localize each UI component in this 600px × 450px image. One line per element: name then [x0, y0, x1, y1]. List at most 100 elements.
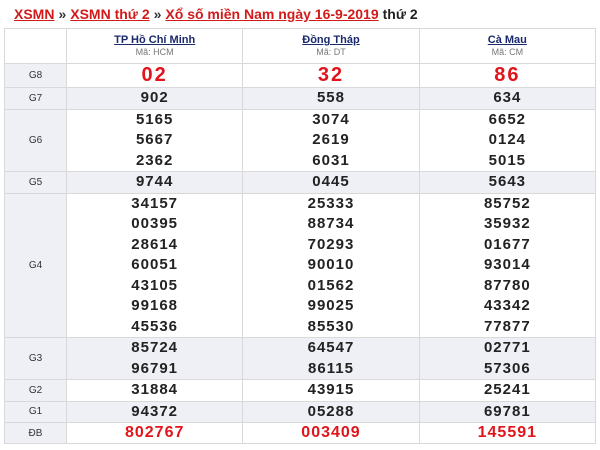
prize-number: 43105 [131, 276, 179, 294]
prize-label: G2 [4, 379, 67, 402]
prize-number: 05288 [307, 402, 355, 420]
prize-number: 145591 [477, 424, 538, 441]
prize-number: 9744 [135, 173, 174, 190]
prize-label: G5 [4, 171, 67, 194]
prize-number: 0445 [312, 173, 350, 190]
prize-number: 93014 [483, 256, 531, 273]
prize-cell-dt: 05288 [242, 400, 420, 423]
prize-row-g5: G5 9744 0445 5643 [4, 171, 597, 194]
prize-cell-cm: 69781 [418, 400, 597, 423]
prize-number: 87780 [483, 276, 531, 294]
prize-number: 01562 [307, 276, 355, 294]
prize-number: 02771 [483, 339, 531, 356]
province-link-cm[interactable]: Cà Mau [420, 34, 595, 47]
prize-cell-cm: 6652 0124 5015 [418, 108, 597, 172]
prize-number: 25241 [483, 381, 531, 398]
province-header-dt: Đồng Tháp Mã: DT [242, 28, 420, 64]
prize-cell-hcm: 31884 [65, 379, 244, 402]
province-link-hcm[interactable]: TP Hồ Chí Minh [67, 34, 242, 47]
prize-number: 5643 [488, 173, 527, 190]
prize-number: 69781 [483, 402, 531, 420]
prize-number: 88734 [307, 215, 355, 232]
prize-number: 70293 [307, 235, 355, 253]
prize-number: 77877 [483, 317, 531, 335]
prize-number: 86 [494, 64, 521, 86]
prize-number: 43915 [307, 381, 355, 398]
prize-cell-hcm: 85724 96791 [65, 337, 244, 380]
prize-number: 86115 [308, 359, 354, 377]
prize-number: 28614 [131, 235, 179, 253]
prize-number: 558 [316, 89, 345, 106]
prize-number: 99168 [131, 297, 179, 314]
prize-number: 003409 [301, 424, 361, 441]
prize-number: 0124 [488, 131, 527, 148]
prize-cell-hcm: 94372 [65, 400, 244, 423]
prize-cell-hcm: 5165 5667 2362 [65, 108, 244, 172]
prize-number: 94372 [131, 402, 179, 420]
prize-number: 5667 [135, 131, 174, 148]
prize-rows: G8 02 32 86 G7 902 558 634 G6 5165 5667 2362 3074 261… [4, 63, 597, 444]
prize-row-db: ĐB 802767 003409 145591 [4, 422, 597, 444]
breadcrumb: XSMN» XSMN thứ 2» Xổ số miền Nam ngày 16-9… [0, 0, 600, 28]
prize-row-g1: G1 94372 05288 69781 [4, 400, 597, 423]
prize-label: G3 [4, 337, 67, 380]
prize-row-g2: G2 31884 43915 25241 [4, 379, 597, 402]
prize-number: 43342 [483, 297, 531, 314]
prize-row-g6: G6 5165 5667 2362 3074 2619 6031 6652 0124 5015 [4, 108, 597, 172]
prize-number: 90010 [307, 256, 355, 273]
prize-number: 99025 [307, 297, 355, 314]
prize-cell-dt: 25333 88734 70293 90010 01562 99025 85530 [242, 192, 420, 338]
province-link-dt[interactable]: Đồng Tháp [243, 34, 418, 47]
prize-number: 3074 [312, 110, 350, 128]
prize-cell-dt: 558 [242, 87, 420, 110]
prize-cell-hcm: 802767 [65, 422, 244, 444]
prize-number: 02 [141, 64, 168, 86]
prize-cell-dt: 0445 [242, 171, 420, 194]
breadcrumb-day: thứ 2 [382, 6, 418, 22]
breadcrumb-separator: » [58, 6, 67, 22]
prize-row-g3: G3 85724 96791 64547 86115 02771 57306 [4, 337, 597, 380]
breadcrumb-separator: » [153, 6, 162, 22]
lottery-results-table: TP Hồ Chí Minh Mã: HCM Đồng Tháp Mã: DT … [4, 28, 597, 444]
province-code-cm: Mã: CM [491, 47, 524, 57]
prize-label: G8 [4, 63, 67, 88]
prize-cell-dt: 64547 86115 [242, 337, 420, 380]
prize-number: 25333 [307, 194, 355, 212]
province-header-hcm: TP Hồ Chí Minh Mã: HCM [65, 28, 244, 64]
province-code-dt: Mã: DT [316, 47, 346, 57]
prize-number: 6652 [488, 110, 527, 128]
prize-cell-cm: 5643 [418, 171, 597, 194]
prize-number: 634 [493, 89, 522, 106]
prize-cell-cm: 25241 [418, 379, 597, 402]
prize-cell-cm: 86 [418, 63, 597, 88]
prize-cell-hcm: 9744 [65, 171, 244, 194]
prize-number: 85752 [483, 194, 531, 212]
header-corner-cell [4, 28, 67, 64]
province-header-cm: Cà Mau Mã: CM [418, 28, 597, 64]
prize-cell-cm: 02771 57306 [418, 337, 597, 380]
prize-number: 85530 [307, 317, 355, 335]
prize-label: G7 [4, 87, 67, 110]
prize-number: 00395 [131, 215, 179, 232]
prize-cell-cm: 634 [418, 87, 597, 110]
prize-cell-dt: 32 [242, 63, 420, 88]
prize-number: 802767 [124, 424, 185, 441]
prize-number: 45536 [131, 317, 179, 335]
prize-row-g7: G7 902 558 634 [4, 87, 597, 110]
prize-number: 902 [140, 89, 169, 106]
province-code-hcm: Mã: HCM [135, 47, 174, 57]
prize-number: 2619 [312, 131, 350, 148]
prize-cell-hcm: 02 [65, 63, 244, 88]
prize-number: 6031 [312, 151, 350, 169]
prize-label: ĐB [4, 422, 67, 444]
breadcrumb-link-result-date[interactable]: Xổ số miền Nam ngày 16-9-2019 [165, 6, 378, 22]
prize-cell-hcm: 902 [65, 87, 244, 110]
prize-cell-hcm: 34157 00395 28614 60051 43105 99168 45536 [65, 192, 244, 338]
table-header-row: TP Hồ Chí Minh Mã: HCM Đồng Tháp Mã: DT … [4, 28, 597, 64]
prize-cell-dt: 3074 2619 6031 [242, 108, 420, 172]
breadcrumb-link-xsmn[interactable]: XSMN [14, 6, 54, 22]
prize-row-g4: G4 34157 00395 28614 60051 43105 99168 45536 253… [4, 192, 597, 338]
prize-number: 32 [317, 64, 345, 86]
breadcrumb-link-xsmn-thu2[interactable]: XSMN thứ 2 [70, 6, 149, 22]
prize-cell-cm: 145591 [418, 422, 597, 444]
